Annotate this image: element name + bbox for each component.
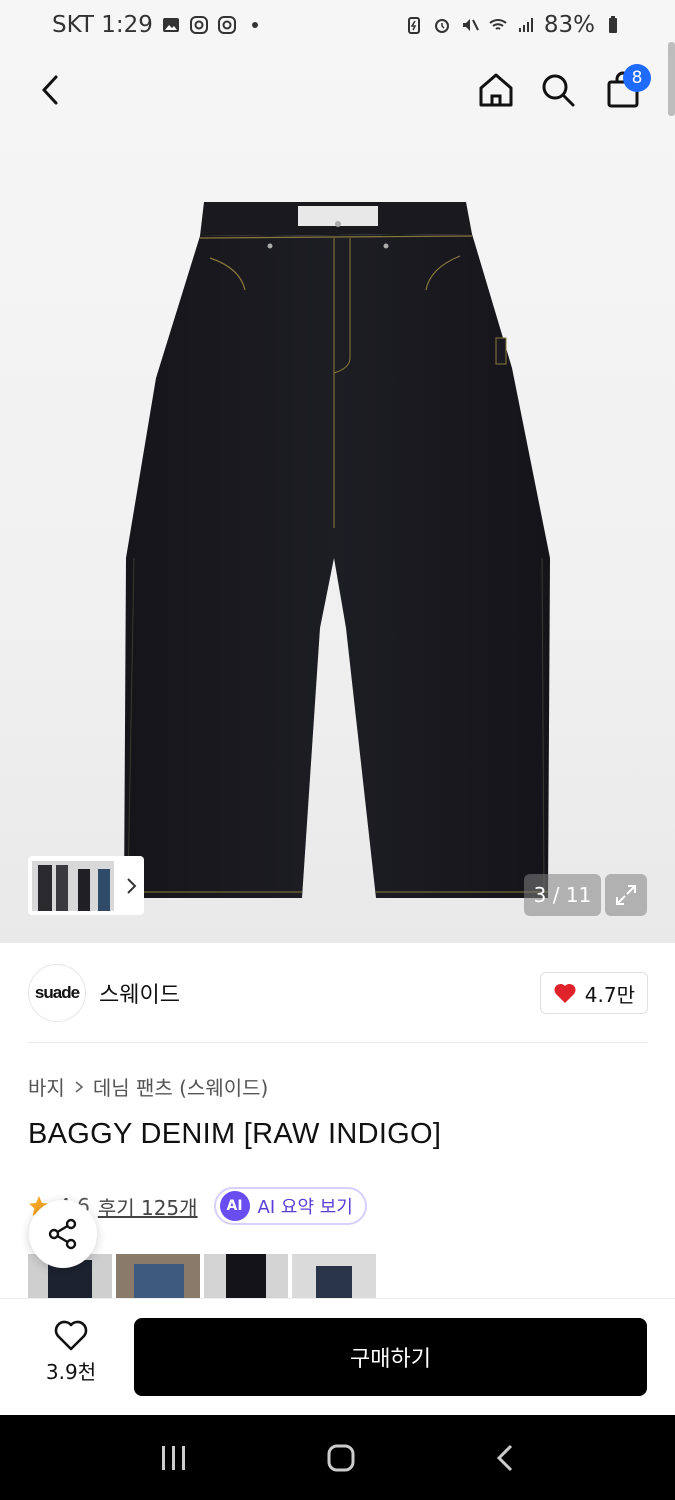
product-image-area[interactable]: SKT 1:29 83% 8 3 / 11 (0, 0, 675, 943)
bottom-action-bar: 3.9천 구매하기 (0, 1298, 675, 1415)
ai-summary-label: AI 요약 보기 (257, 1197, 353, 1218)
top-navigation: 8 (0, 52, 675, 128)
review-count-link[interactable]: 후기 125개 (98, 1192, 198, 1221)
cart-count-badge: 8 (623, 64, 651, 92)
breadcrumb-category[interactable]: 바지 (28, 1072, 65, 1101)
instagram-icon (189, 16, 208, 34)
recent-apps-icon[interactable] (159, 1444, 189, 1472)
chevron-right-icon (75, 1080, 84, 1093)
heart-outline-icon (54, 1320, 88, 1351)
signal-icon (518, 18, 533, 32)
review-photo[interactable] (292, 1254, 376, 1298)
brand-logo[interactable]: suade (28, 964, 86, 1022)
gallery-icon (162, 18, 179, 32)
wishlist-count: 3.9천 (45, 1360, 97, 1384)
wishlist-button[interactable]: 3.9천 (28, 1319, 114, 1385)
chevron-right-icon (127, 877, 137, 894)
instagram-icon (217, 16, 236, 34)
mute-icon (462, 19, 479, 31)
share-icon (48, 1218, 77, 1250)
battery-icon (609, 16, 617, 33)
review-photo-image (204, 1254, 288, 1298)
home-icon (479, 73, 513, 107)
dot-icon (251, 22, 258, 28)
home-button[interactable] (468, 62, 524, 118)
product-title: BAGGY DENIM [RAW INDIGO] (28, 1118, 442, 1150)
home-circle-icon[interactable] (326, 1443, 356, 1473)
wifi-icon (489, 19, 507, 30)
brand-row[interactable]: suade 스웨이드 4.7만 (28, 964, 648, 1022)
brand-like-button[interactable]: 4.7만 (539, 972, 648, 1014)
thumbnail-models (32, 860, 114, 911)
status-bar: SKT 1:29 83% (0, 0, 675, 50)
buy-button[interactable]: 구매하기 (134, 1318, 647, 1396)
brand-like-count: 4.7만 (584, 982, 635, 1007)
breadcrumb: 바지 데님 팬츠 (스웨이드) (28, 1072, 268, 1101)
review-photo[interactable] (204, 1254, 288, 1298)
expand-icon (616, 885, 636, 905)
system-navigation-bar (0, 1415, 675, 1500)
ai-badge: AI (219, 1191, 250, 1221)
cart-button[interactable]: 8 (595, 62, 651, 118)
divider (28, 1042, 648, 1043)
thumbnail-image[interactable] (32, 860, 114, 911)
thumbnail-strip[interactable] (28, 856, 144, 915)
search-button[interactable] (530, 62, 586, 118)
alarm-icon (434, 19, 449, 33)
review-photo-image (292, 1254, 376, 1298)
back-button[interactable] (22, 62, 78, 118)
product-image[interactable] (120, 198, 560, 908)
review-photo[interactable] (116, 1254, 200, 1298)
image-counter: 3 / 11 (524, 874, 601, 916)
search-icon (542, 74, 575, 107)
brand-name[interactable]: 스웨이드 (99, 977, 180, 1009)
review-photo-image (116, 1254, 200, 1298)
battery-percent: 83% (543, 12, 595, 38)
back-nav-icon[interactable] (493, 1443, 517, 1473)
carrier-time: SKT 1:29 (52, 12, 153, 38)
breadcrumb-subcategory[interactable]: 데님 팬츠 (스웨이드) (93, 1072, 269, 1101)
chevron-left-icon (41, 75, 58, 105)
share-button[interactable] (29, 1200, 97, 1268)
ai-summary-button[interactable]: AI AI 요약 보기 (213, 1187, 367, 1225)
scrollbar[interactable] (668, 42, 675, 116)
heart-filled-icon (554, 983, 576, 1003)
expand-button[interactable] (605, 874, 647, 916)
battery-saver-icon (407, 17, 420, 34)
